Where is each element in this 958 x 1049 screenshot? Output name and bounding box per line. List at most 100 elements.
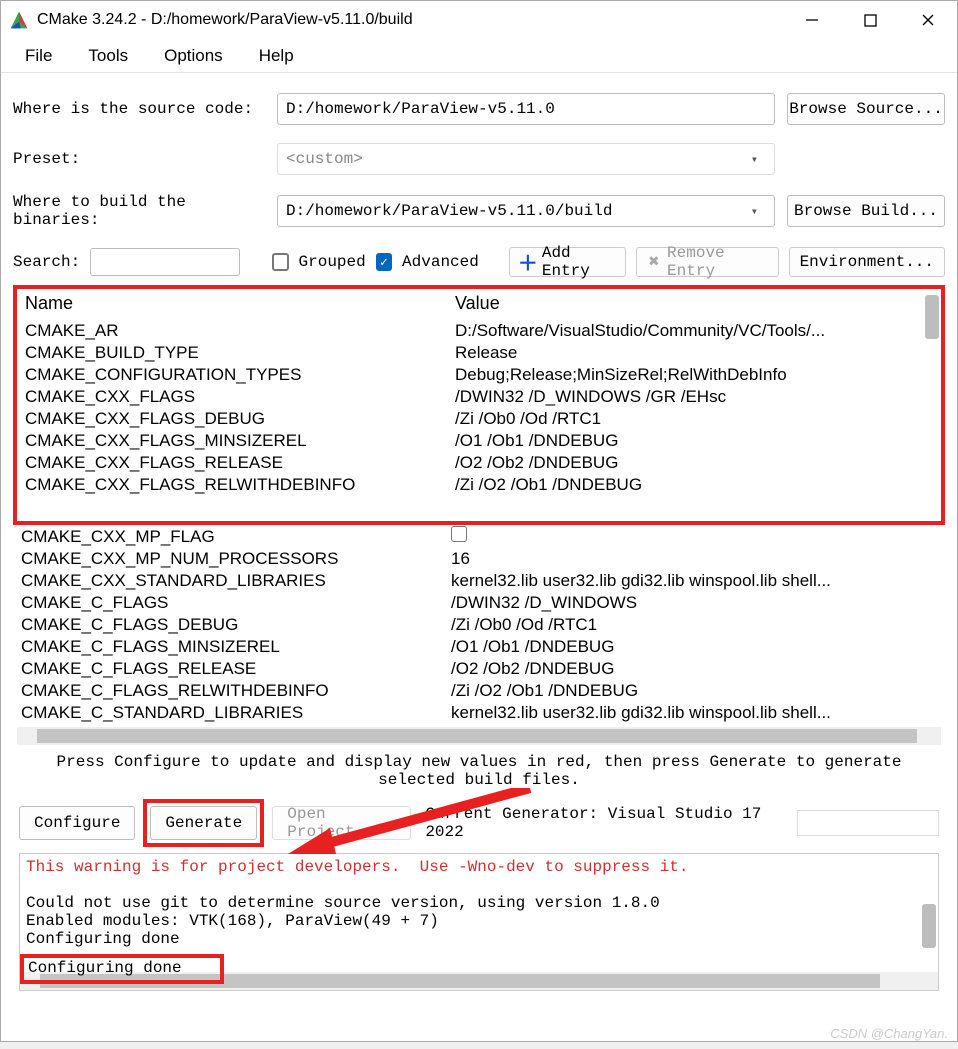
cache-value[interactable]: /O1 /Ob1 /DNDEBUG: [443, 636, 945, 658]
table-row[interactable]: CMAKE_CXX_STANDARD_LIBRARIESkernel32.lib…: [13, 570, 945, 592]
source-row: Where is the source code: Browse Source.…: [13, 93, 945, 125]
table-row[interactable]: CMAKE_C_STANDARD_LIBRARIESkernel32.lib u…: [13, 702, 945, 724]
cache-value[interactable]: kernel32.lib user32.lib gdi32.lib winspo…: [443, 570, 945, 592]
cache-value[interactable]: Release: [447, 342, 941, 364]
cache-table[interactable]: Name Value CMAKE_ARD:/Software/VisualStu…: [17, 289, 941, 496]
table-hscrollbar[interactable]: [17, 727, 941, 745]
generate-highlight: Generate: [143, 799, 264, 847]
cache-name[interactable]: CMAKE_CXX_FLAGS: [17, 386, 447, 408]
cache-name[interactable]: CMAKE_CXX_MP_NUM_PROCESSORS: [13, 548, 443, 570]
cache-value[interactable]: [443, 525, 945, 548]
cache-name[interactable]: CMAKE_C_FLAGS_DEBUG: [13, 614, 443, 636]
cache-value[interactable]: /Zi /Ob0 /Od /RTC1: [447, 408, 941, 430]
generate-button[interactable]: Generate: [150, 806, 257, 840]
cmake-logo-icon: [9, 10, 29, 30]
col-value[interactable]: Value: [447, 289, 941, 320]
maximize-icon: [864, 14, 877, 27]
table-row[interactable]: CMAKE_CXX_FLAGS/DWIN32 /D_WINDOWS /GR /E…: [17, 386, 941, 408]
cache-name[interactable]: CMAKE_CONFIGURATION_TYPES: [17, 364, 447, 386]
cache-value[interactable]: /O2 /Ob2 /DNDEBUG: [447, 452, 941, 474]
search-label: Search:: [13, 253, 80, 271]
close-icon: [921, 13, 935, 27]
browse-build-button[interactable]: Browse Build...: [787, 195, 945, 227]
instruction-text: Press Configure to update and display ne…: [13, 747, 945, 795]
watermark: CSDN @ChangYan.: [830, 1026, 948, 1041]
cache-name[interactable]: CMAKE_CXX_FLAGS_DEBUG: [17, 408, 447, 430]
table-row[interactable]: CMAKE_C_FLAGS_RELEASE/O2 /Ob2 /DNDEBUG: [13, 658, 945, 680]
cache-value[interactable]: kernel32.lib user32.lib gdi32.lib winspo…: [443, 702, 945, 724]
browse-source-button[interactable]: Browse Source...: [787, 93, 945, 125]
col-name[interactable]: Name: [17, 289, 447, 320]
minimize-button[interactable]: [783, 1, 841, 39]
cache-value[interactable]: D:/Software/VisualStudio/Community/VC/To…: [447, 320, 941, 342]
cache-name[interactable]: CMAKE_CXX_MP_FLAG: [13, 525, 443, 548]
menubar: File Tools Options Help: [1, 39, 957, 73]
checkbox-icon[interactable]: [451, 526, 467, 542]
cache-value[interactable]: /DWIN32 /D_WINDOWS /GR /EHsc: [447, 386, 941, 408]
plus-icon: ＋: [520, 254, 536, 270]
menu-file[interactable]: File: [7, 40, 70, 72]
configure-button[interactable]: Configure: [19, 806, 135, 840]
cache-table-highlight: Name Value CMAKE_ARD:/Software/VisualStu…: [13, 285, 945, 525]
log-hscrollbar[interactable]: [20, 972, 938, 990]
maximize-button[interactable]: [841, 1, 899, 39]
cache-name[interactable]: CMAKE_CXX_STANDARD_LIBRARIES: [13, 570, 443, 592]
chevron-down-icon: ▾: [743, 152, 766, 167]
table-row[interactable]: CMAKE_C_FLAGS_RELWITHDEBINFO/Zi /O2 /Ob1…: [13, 680, 945, 702]
open-project-button[interactable]: Open Project: [272, 806, 411, 840]
log-scrollbar[interactable]: [922, 904, 936, 948]
table-row[interactable]: CMAKE_CXX_FLAGS_RELEASE/O2 /Ob2 /DNDEBUG: [17, 452, 941, 474]
log-warning: This warning is for project developers. …: [26, 858, 689, 876]
log-output[interactable]: This warning is for project developers. …: [20, 854, 938, 972]
environment-button[interactable]: Environment...: [789, 247, 945, 277]
table-row[interactable]: CMAKE_CXX_FLAGS_MINSIZEREL/O1 /Ob1 /DNDE…: [17, 430, 941, 452]
cache-name[interactable]: CMAKE_C_FLAGS_MINSIZEREL: [13, 636, 443, 658]
cache-name[interactable]: CMAKE_CXX_FLAGS_MINSIZEREL: [17, 430, 447, 452]
table-row[interactable]: CMAKE_BUILD_TYPERelease: [17, 342, 941, 364]
table-scrollbar[interactable]: [925, 295, 939, 339]
cache-value[interactable]: /Zi /Ob0 /Od /RTC1: [443, 614, 945, 636]
cache-value[interactable]: /O2 /Ob2 /DNDEBUG: [443, 658, 945, 680]
table-row[interactable]: CMAKE_ARD:/Software/VisualStudio/Communi…: [17, 320, 941, 342]
preset-label: Preset:: [13, 150, 277, 168]
cache-name[interactable]: CMAKE_C_STANDARD_LIBRARIES: [13, 702, 443, 724]
add-entry-button[interactable]: ＋ Add Entry: [509, 247, 626, 277]
minimize-icon: [805, 13, 819, 27]
table-row[interactable]: CMAKE_CXX_FLAGS_RELWITHDEBINFO/Zi /O2 /O…: [17, 474, 941, 496]
table-row[interactable]: CMAKE_CXX_FLAGS_DEBUG/Zi /Ob0 /Od /RTC1: [17, 408, 941, 430]
menu-help[interactable]: Help: [241, 40, 312, 72]
grouped-checkbox[interactable]: [272, 253, 288, 271]
cache-name[interactable]: CMAKE_C_FLAGS: [13, 592, 443, 614]
cache-name[interactable]: CMAKE_BUILD_TYPE: [17, 342, 447, 364]
menu-tools[interactable]: Tools: [70, 40, 146, 72]
table-row[interactable]: CMAKE_C_FLAGS_DEBUG/Zi /Ob0 /Od /RTC1: [13, 614, 945, 636]
remove-icon: ✖: [647, 254, 661, 270]
table-row[interactable]: CMAKE_CXX_MP_FLAG: [13, 525, 945, 548]
cache-name[interactable]: CMAKE_AR: [17, 320, 447, 342]
table-row[interactable]: CMAKE_CXX_MP_NUM_PROCESSORS16: [13, 548, 945, 570]
cache-value[interactable]: /Zi /O2 /Ob1 /DNDEBUG: [447, 474, 941, 496]
preset-dropdown[interactable]: <custom> ▾: [277, 143, 775, 175]
table-row[interactable]: CMAKE_CONFIGURATION_TYPESDebug;Release;M…: [17, 364, 941, 386]
remove-entry-label: Remove Entry: [667, 244, 768, 280]
cache-name[interactable]: CMAKE_CXX_FLAGS_RELEASE: [17, 452, 447, 474]
build-path-combo[interactable]: D:/homework/ParaView-v5.11.0/build ▾: [277, 195, 775, 227]
table-row[interactable]: CMAKE_C_FLAGS/DWIN32 /D_WINDOWS: [13, 592, 945, 614]
advanced-checkbox[interactable]: ✓: [376, 253, 392, 271]
menu-options[interactable]: Options: [146, 40, 241, 72]
cache-value[interactable]: /DWIN32 /D_WINDOWS: [443, 592, 945, 614]
cache-name[interactable]: CMAKE_C_FLAGS_RELEASE: [13, 658, 443, 680]
cache-value[interactable]: 16: [443, 548, 945, 570]
cache-value[interactable]: /Zi /O2 /Ob1 /DNDEBUG: [443, 680, 945, 702]
log-panel: This warning is for project developers. …: [19, 853, 939, 991]
action-bar: Configure Generate Open Project Current …: [13, 795, 945, 851]
remove-entry-button[interactable]: ✖ Remove Entry: [636, 247, 779, 277]
close-button[interactable]: [899, 1, 957, 39]
source-path-input[interactable]: [277, 93, 775, 125]
cache-value[interactable]: /O1 /Ob1 /DNDEBUG: [447, 430, 941, 452]
cache-name[interactable]: CMAKE_CXX_FLAGS_RELWITHDEBINFO: [17, 474, 447, 496]
cache-value[interactable]: Debug;Release;MinSizeRel;RelWithDebInfo: [447, 364, 941, 386]
search-input[interactable]: [90, 248, 240, 276]
cache-name[interactable]: CMAKE_C_FLAGS_RELWITHDEBINFO: [13, 680, 443, 702]
table-row[interactable]: CMAKE_C_FLAGS_MINSIZEREL/O1 /Ob1 /DNDEBU…: [13, 636, 945, 658]
